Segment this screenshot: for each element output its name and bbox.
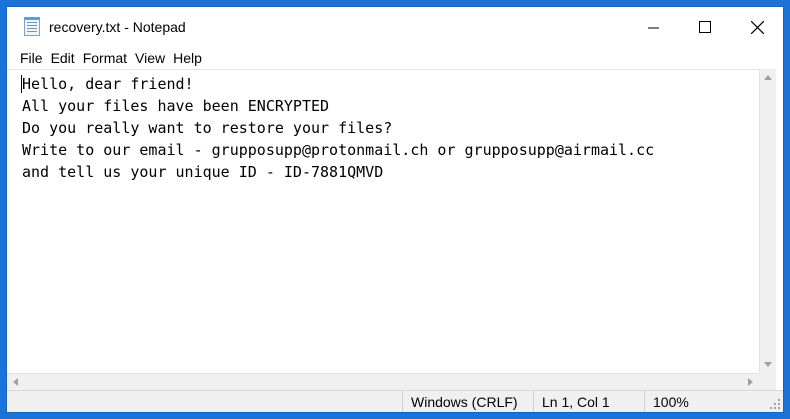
text-line: Write to our email - grupposupp@protonma… [22,141,655,159]
close-button[interactable] [731,7,783,47]
status-cursor-position: Ln 1, Col 1 [533,391,644,412]
title-bar[interactable]: recovery.txt - Notepad [7,7,783,47]
scroll-down-icon[interactable] [764,362,772,367]
status-zoom: 100% [644,391,783,412]
window-title: recovery.txt - Notepad [49,19,186,35]
scroll-right-icon[interactable] [748,378,753,386]
vertical-scrollbar[interactable] [759,69,776,373]
notepad-window: recovery.txt - Notepad File Edit Format … [6,6,784,413]
scroll-left-icon[interactable] [13,378,18,386]
menu-view[interactable]: View [131,50,169,66]
menu-format[interactable]: Format [79,50,131,66]
resize-grip-icon[interactable] [770,399,780,409]
maximize-icon [699,21,711,33]
menu-help[interactable]: Help [169,50,206,66]
status-bar: Windows (CRLF) Ln 1, Col 1 100% [7,390,783,412]
menu-bar: File Edit Format View Help [7,47,783,69]
text-line: Hello, dear friend! [22,75,194,93]
horizontal-scrollbar[interactable] [7,373,759,390]
scroll-up-icon[interactable] [764,75,772,80]
text-line: All your files have been ENCRYPTED [22,97,330,115]
maximize-button[interactable] [679,7,731,47]
notepad-icon [24,17,40,36]
window-controls [627,7,783,47]
menu-edit[interactable]: Edit [47,50,79,66]
text-line: and tell us your unique ID - ID-7881QMVD [22,163,384,181]
close-icon [750,20,764,34]
menu-file[interactable]: File [16,50,47,66]
text-editor-area[interactable]: Hello, dear friend! All your files have … [7,69,759,373]
scrollbar-corner [759,373,776,390]
minimize-button[interactable] [627,7,679,47]
minimize-icon [647,27,659,28]
status-encoding: Windows (CRLF) [402,391,533,412]
text-line: Do you really want to restore your files… [22,119,393,137]
